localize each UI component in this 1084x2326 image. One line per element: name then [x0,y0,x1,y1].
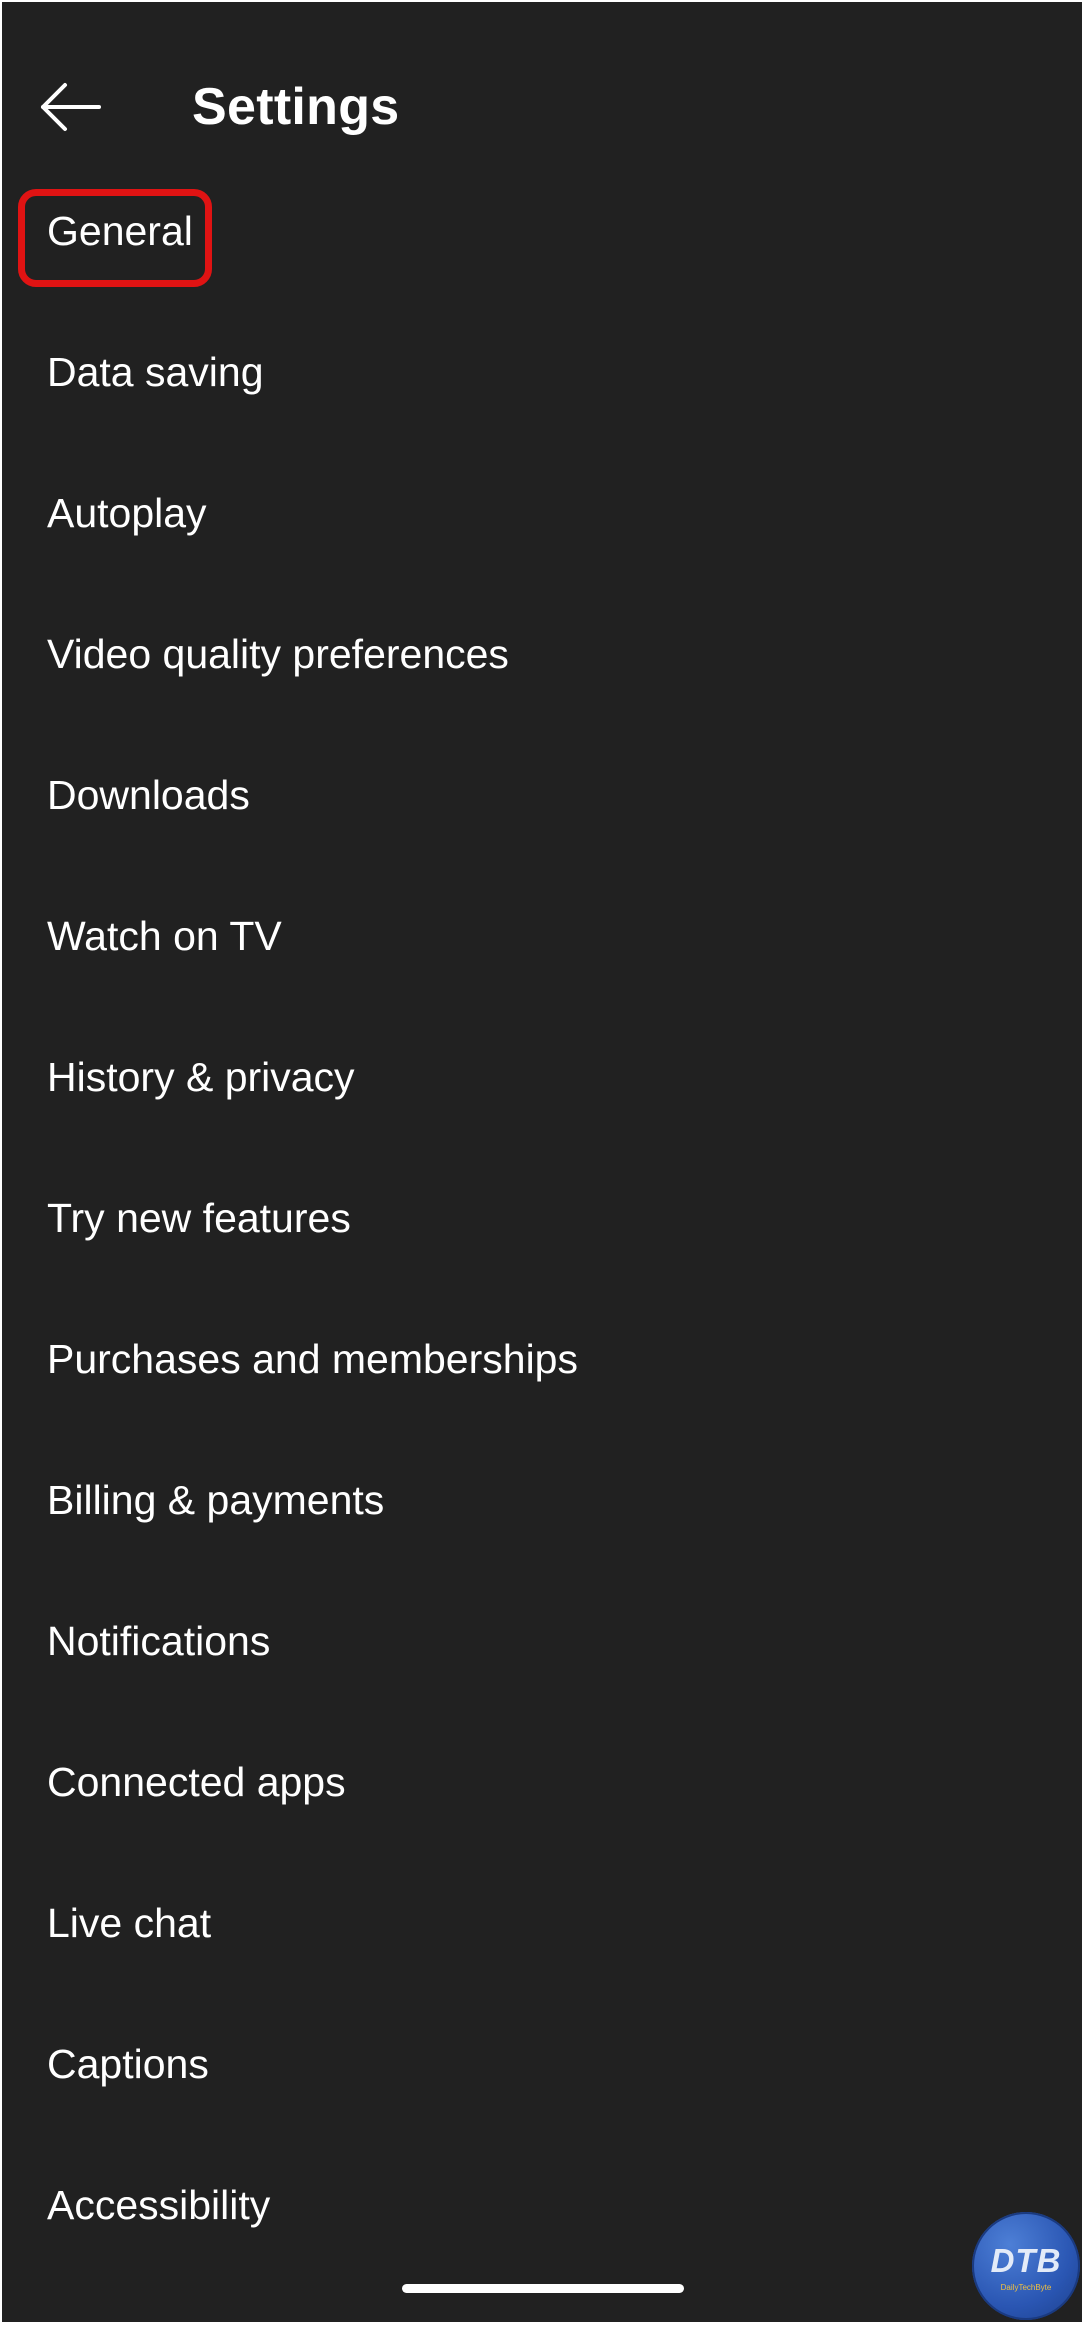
watermark-subtext: DailyTechByte [1000,2283,1052,2292]
settings-item-purchases-memberships[interactable]: Purchases and memberships [2,1297,1082,1438]
settings-item-label: Downloads [47,772,250,818]
arrow-left-icon [41,83,101,131]
settings-item-video-quality-preferences[interactable]: Video quality preferences [2,592,1082,733]
settings-item-live-chat[interactable]: Live chat [2,1861,1082,2002]
settings-item-label: Billing & payments [47,1477,385,1523]
settings-item-data-saving[interactable]: Data saving [2,310,1082,451]
back-button[interactable] [35,67,115,147]
settings-item-notifications[interactable]: Notifications [2,1579,1082,1720]
page-title: Settings [192,78,400,136]
settings-item-label: Autoplay [47,490,207,536]
settings-item-autoplay[interactable]: Autoplay [2,451,1082,592]
watermark-text: DTB [990,2242,1062,2279]
watermark-logo: DTB DailyTechByte [972,2212,1080,2320]
settings-item-label: Purchases and memberships [47,1336,578,1382]
settings-list: General Data saving Autoplay Video quali… [2,169,1082,2284]
app-header: Settings [2,42,1082,167]
settings-item-watch-on-tv[interactable]: Watch on TV [2,874,1082,1015]
home-indicator-bar[interactable] [402,2284,684,2293]
settings-item-label: Connected apps [47,1759,346,1805]
settings-item-label: Watch on TV [47,913,282,959]
settings-item-captions[interactable]: Captions [2,2002,1082,2143]
settings-screen: Settings General Data saving Autoplay Vi… [2,2,1082,2322]
settings-item-label: Accessibility [47,2182,271,2228]
settings-item-label: Data saving [47,349,264,395]
settings-item-connected-apps[interactable]: Connected apps [2,1720,1082,1861]
settings-item-label: Live chat [47,1900,212,1946]
settings-item-label: Video quality preferences [47,631,509,677]
settings-item-label: Captions [47,2041,209,2087]
settings-item-downloads[interactable]: Downloads [2,733,1082,874]
settings-item-billing-payments[interactable]: Billing & payments [2,1438,1082,1579]
settings-item-general[interactable]: General [2,169,1082,310]
settings-item-history-privacy[interactable]: History & privacy [2,1015,1082,1156]
settings-item-accessibility[interactable]: Accessibility [2,2143,1082,2284]
settings-item-label: Notifications [47,1618,271,1664]
settings-item-try-new-features[interactable]: Try new features [2,1156,1082,1297]
settings-item-label: General [47,208,193,254]
settings-item-label: Try new features [47,1195,351,1241]
settings-item-label: History & privacy [47,1054,355,1100]
